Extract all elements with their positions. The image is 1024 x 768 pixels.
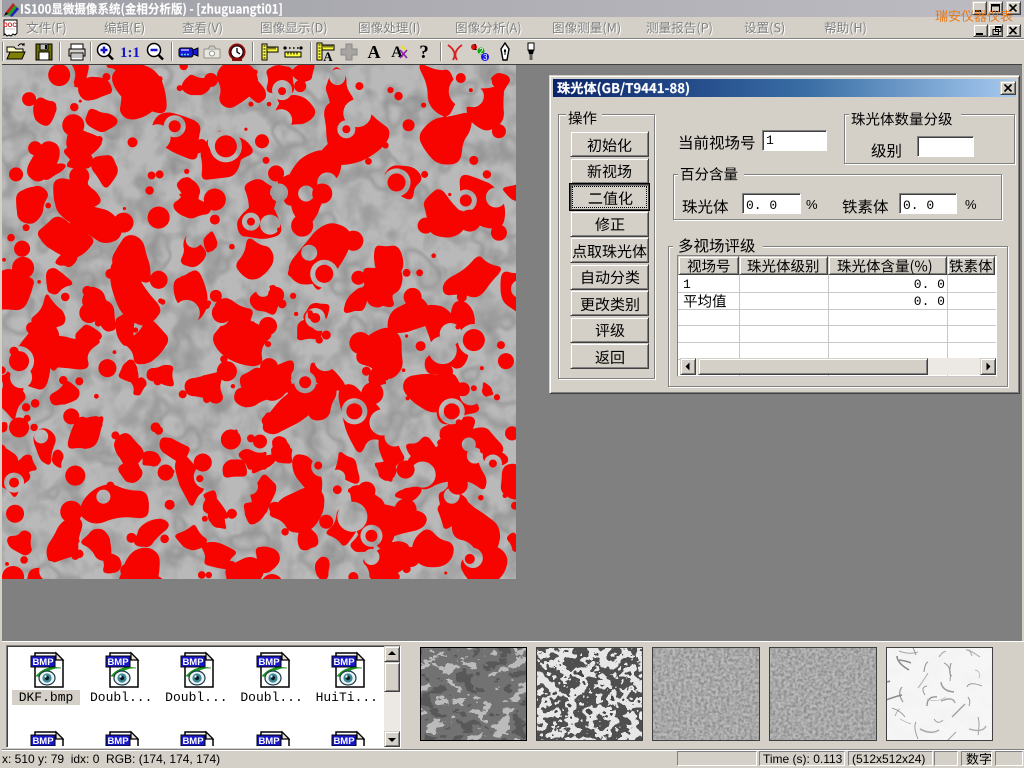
svg-text:BMP: BMP bbox=[333, 736, 355, 746]
svg-text:BMP: BMP bbox=[183, 736, 205, 746]
svg-text:BMP: BMP bbox=[183, 657, 205, 668]
svg-text:BMP: BMP bbox=[108, 736, 130, 746]
svg-text:1: 1 bbox=[473, 43, 478, 52]
svg-text:BMP: BMP bbox=[32, 657, 54, 668]
svg-text:?: ? bbox=[419, 42, 429, 63]
svg-text:BMP: BMP bbox=[258, 736, 280, 746]
svg-text:BMP: BMP bbox=[32, 736, 54, 746]
svg-text:BMP: BMP bbox=[333, 657, 355, 668]
svg-text:BMP: BMP bbox=[108, 657, 130, 668]
svg-text:A: A bbox=[323, 49, 333, 63]
svg-text:DOC: DOC bbox=[3, 23, 17, 29]
svg-text:A: A bbox=[368, 42, 381, 62]
svg-text:1:1: 1:1 bbox=[120, 45, 140, 61]
svg-text:3: 3 bbox=[483, 53, 488, 62]
svg-text:BMP: BMP bbox=[258, 657, 280, 668]
